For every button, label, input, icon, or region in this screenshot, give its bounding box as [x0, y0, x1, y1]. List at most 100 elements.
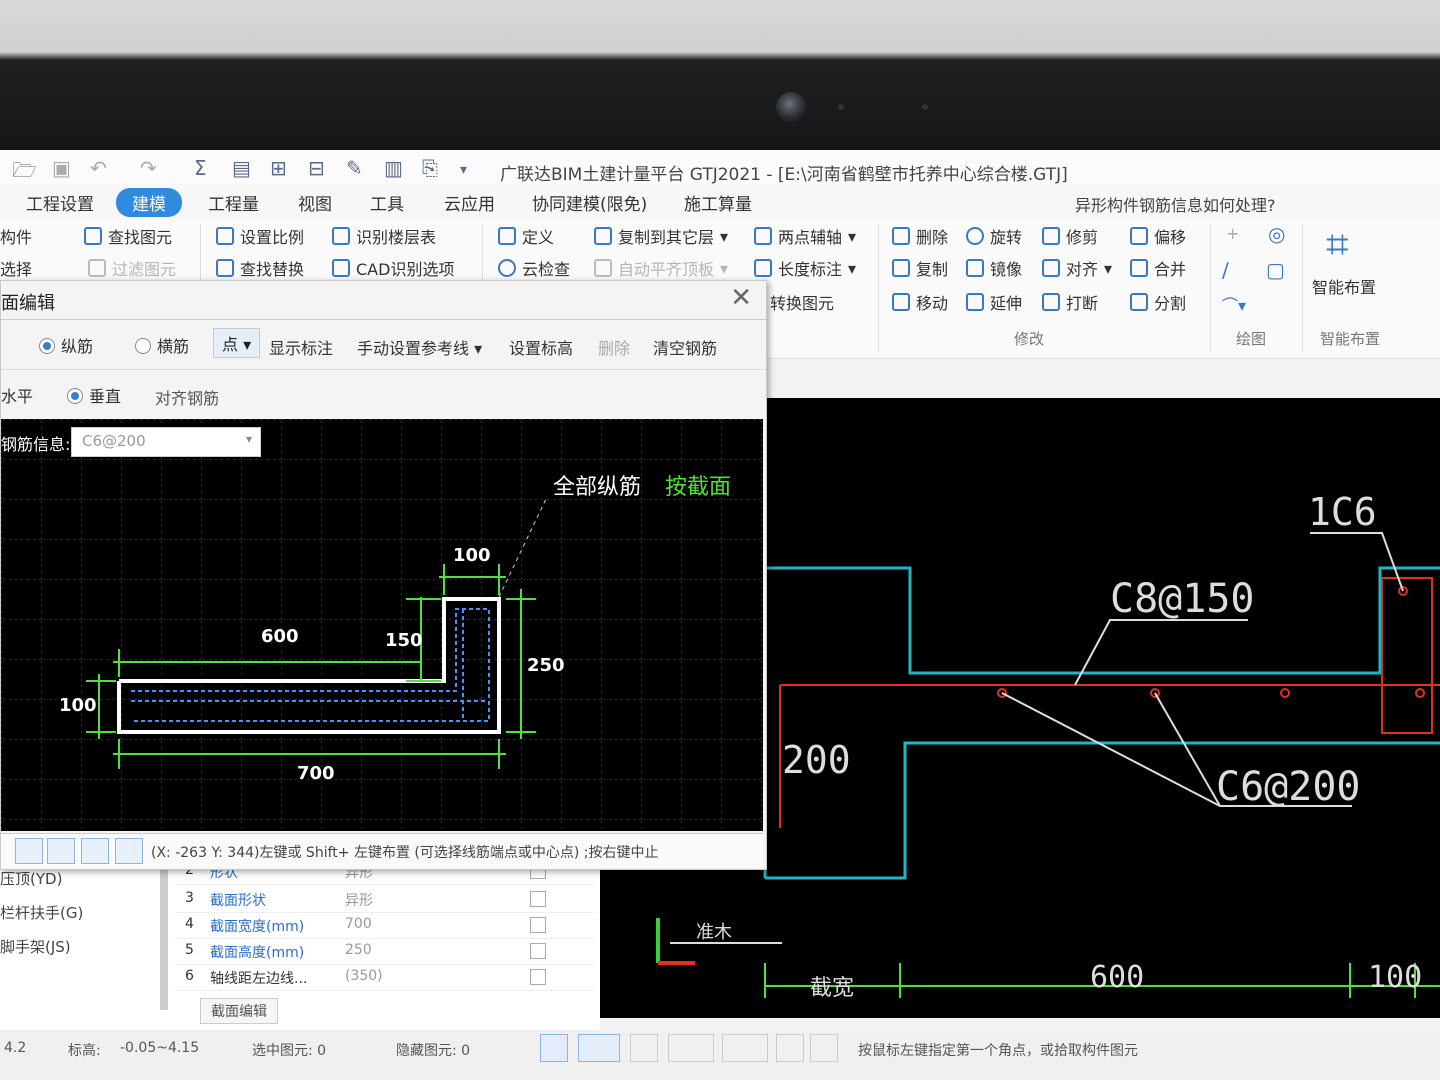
- redo-icon[interactable]: ↷: [140, 156, 157, 180]
- radio-longitudinal[interactable]: 纵筋: [39, 333, 93, 357]
- dim-toggle[interactable]: [722, 1034, 768, 1062]
- menu-cloud[interactable]: 云应用: [436, 188, 503, 217]
- export-icon[interactable]: ⎘: [422, 156, 438, 180]
- identify-floor-table-button[interactable]: 识别楼层表: [332, 224, 436, 248]
- mirror-button[interactable]: 镜像: [966, 256, 1022, 280]
- line-snap-icon[interactable]: [47, 838, 75, 864]
- point-mode-dropdown[interactable]: 点 ▾: [213, 328, 261, 358]
- line-draw-icon[interactable]: ∕: [1222, 258, 1229, 282]
- align-slab-icon: [594, 259, 612, 277]
- move-button[interactable]: 移动: [892, 290, 948, 314]
- property-row[interactable]: 5 截面高度(mm) 250: [175, 938, 595, 965]
- merge-button[interactable]: 合并: [1130, 256, 1186, 280]
- cross-toggle[interactable]: [630, 1034, 658, 1062]
- mirror-icon: [966, 259, 984, 277]
- grid-toggle[interactable]: [776, 1034, 804, 1062]
- auto-align-slab-button[interactable]: 自动平齐顶板 ▾: [594, 256, 728, 280]
- delete-rebar-button[interactable]: 删除: [598, 335, 630, 359]
- angle-toggle[interactable]: [668, 1034, 714, 1062]
- save-icon[interactable]: ▣: [52, 156, 71, 180]
- property-row[interactable]: 4 截面宽度(mm) 700: [175, 912, 595, 939]
- grid-icon[interactable]: ⊞: [270, 156, 287, 180]
- extend-button[interactable]: 延伸: [966, 290, 1022, 314]
- section-edit-button[interactable]: 截面编辑: [200, 998, 278, 1024]
- tree-item-coping[interactable]: 压顶(YD): [0, 868, 62, 889]
- ortho-icon[interactable]: [15, 838, 43, 864]
- delete-button[interactable]: 删除: [892, 224, 948, 248]
- clear-rebar-button[interactable]: 清空钢筋: [653, 335, 717, 359]
- all-longitudinal-label[interactable]: 全部纵筋: [553, 469, 641, 501]
- property-checkbox[interactable]: [530, 917, 546, 933]
- property-checkbox[interactable]: [530, 943, 546, 959]
- cad-options-button[interactable]: CAD识别选项: [332, 256, 454, 280]
- circle-draw-icon[interactable]: ◎: [1268, 222, 1285, 246]
- smart-layout-icon[interactable]: ⌗: [1326, 222, 1349, 268]
- horizontal-label[interactable]: 水平: [1, 383, 33, 407]
- customize-icon[interactable]: ▾: [460, 162, 467, 178]
- break-button[interactable]: 打断: [1042, 290, 1098, 314]
- offset-button[interactable]: 偏移: [1130, 224, 1186, 248]
- close-icon[interactable]: ✕: [730, 283, 752, 313]
- table-icon[interactable]: ⊟: [308, 156, 325, 180]
- cloud-check-button[interactable]: 云检查: [498, 256, 570, 280]
- midpoint-icon[interactable]: [115, 838, 143, 864]
- rebar-info-input[interactable]: C6@200 ▾: [71, 427, 261, 457]
- filter-element-button[interactable]: 过滤图元: [88, 256, 176, 280]
- radio-vertical[interactable]: 垂直: [67, 383, 121, 407]
- tree-item-railing[interactable]: 栏杆扶手(G): [0, 902, 83, 923]
- ref-line-button[interactable]: 手动设置参考线 ▾: [357, 335, 482, 359]
- sum-icon[interactable]: Σ: [194, 156, 207, 180]
- set-scale-button[interactable]: 设置比例: [216, 224, 304, 248]
- align-button[interactable]: 对齐 ▾: [1042, 256, 1112, 280]
- arc-toggle[interactable]: [810, 1034, 838, 1062]
- undo-icon[interactable]: ↶: [90, 156, 107, 180]
- menu-quantity[interactable]: 工程量: [200, 188, 267, 217]
- pen-icon[interactable]: ✎: [346, 156, 363, 180]
- two-point-axis-button[interactable]: 两点辅轴 ▾: [754, 224, 856, 248]
- by-section-label[interactable]: 按截面: [665, 469, 731, 501]
- find-replace-button[interactable]: 查找替换: [216, 256, 304, 280]
- snap-toggle[interactable]: [578, 1034, 620, 1062]
- menu-tools[interactable]: 工具: [362, 188, 412, 217]
- dim-text-150: 150: [385, 630, 423, 651]
- menu-collab[interactable]: 协同建模(限免): [524, 188, 655, 217]
- rect-draw-icon[interactable]: ▢: [1266, 258, 1285, 282]
- group-modify-label[interactable]: 修改: [1014, 328, 1044, 349]
- column-icon[interactable]: ▥: [384, 156, 403, 180]
- define-button[interactable]: 定义: [498, 224, 554, 248]
- point-draw-icon[interactable]: +: [1226, 224, 1239, 243]
- app-window: 🗁 ▣ ↶ ↷ Σ ▤ ⊞ ⊟ ✎ ▥ ⎘ ▾ 广联达BIM土建计量平台 GTJ…: [0, 150, 1440, 1080]
- menu-view[interactable]: 视图: [290, 188, 340, 217]
- perpendicular-icon[interactable]: [81, 838, 109, 864]
- smart-layout-button[interactable]: 智能布置: [1312, 274, 1376, 298]
- menu-modeling[interactable]: 建模: [116, 188, 182, 217]
- convert-element-button[interactable]: 转换图元: [770, 290, 834, 314]
- radio-transverse[interactable]: 横筋: [135, 333, 189, 357]
- cad-label-c8: C8@150: [1110, 576, 1255, 622]
- find-element-button[interactable]: 查找图元: [84, 224, 172, 248]
- align-rebar-button[interactable]: 对齐钢筋: [155, 385, 219, 409]
- ribbon-select[interactable]: 选择: [0, 256, 32, 280]
- help-hint[interactable]: 异形构件钢筋信息如何处理?: [1075, 192, 1276, 216]
- property-checkbox[interactable]: [530, 891, 546, 907]
- property-row[interactable]: 3 截面形状 异形: [175, 886, 595, 913]
- trim-button[interactable]: 修剪: [1042, 224, 1098, 248]
- split-button[interactable]: 分割: [1130, 290, 1186, 314]
- property-row[interactable]: 6 轴线距左边线... (350): [175, 964, 595, 991]
- length-dim-button[interactable]: 长度标注 ▾: [754, 256, 856, 280]
- copy-to-layer-button[interactable]: 复制到其它层 ▾: [594, 224, 728, 248]
- menu-project-settings[interactable]: 工程设置: [18, 188, 102, 217]
- show-dim-button[interactable]: 显示标注: [269, 335, 333, 359]
- menu-construction[interactable]: 施工算量: [676, 188, 760, 217]
- property-checkbox[interactable]: [530, 969, 546, 985]
- rotate-button[interactable]: 旋转: [966, 224, 1022, 248]
- tree-item-scaffold[interactable]: 脚手架(JS): [0, 936, 71, 957]
- copy-button[interactable]: 复制: [892, 256, 948, 280]
- arc-draw-icon[interactable]: ⌒▾: [1222, 292, 1246, 316]
- set-elevation-button[interactable]: 设置标高: [509, 335, 573, 359]
- panel-scrollbar[interactable]: [160, 870, 168, 1010]
- section-canvas[interactable]: 全部纵筋 按截面 100 600 150 250 100 700: [1, 419, 763, 831]
- ortho-toggle[interactable]: [540, 1034, 568, 1062]
- layer-icon[interactable]: ▤: [232, 156, 251, 180]
- ribbon-component[interactable]: 构件: [0, 224, 32, 248]
